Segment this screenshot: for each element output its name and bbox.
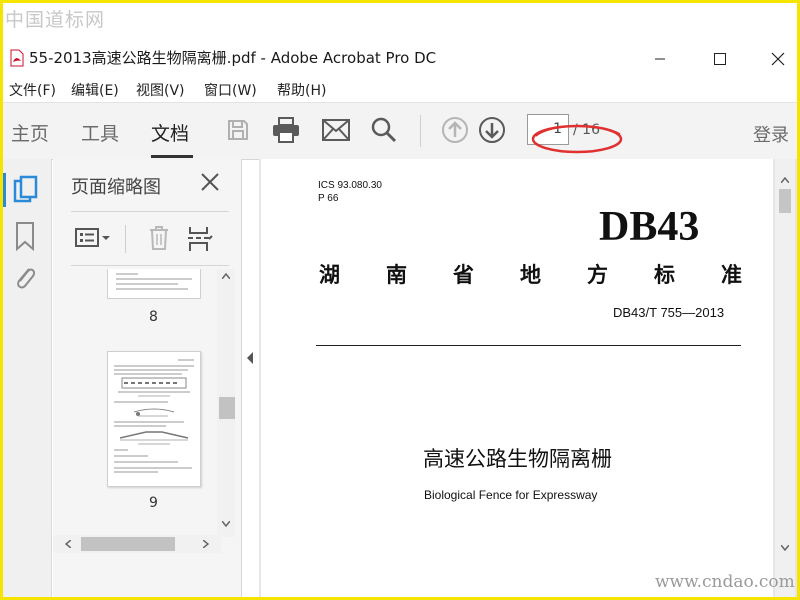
menu-edit[interactable]: 编辑(E): [71, 80, 119, 100]
panel-tools: [71, 219, 231, 259]
collapse-panel-icon[interactable]: [243, 343, 257, 373]
close-window-button[interactable]: [755, 39, 797, 79]
email-icon: [322, 119, 350, 141]
watermark-bottom: www.cndao.com: [655, 572, 795, 592]
menu-bar: 文件(F) 编辑(E) 视图(V) 窗口(W) 帮助(H): [3, 79, 797, 101]
standard-char: 地: [520, 263, 541, 287]
maximize-button[interactable]: [697, 39, 743, 79]
toolbar-divider: [420, 115, 421, 147]
highlight-circle: [531, 124, 623, 154]
watermark-top: 中国道标网: [5, 9, 106, 31]
header-rule: [316, 345, 741, 346]
document-title-en: Biological Fence for Expressway: [424, 488, 598, 502]
delete-icon[interactable]: [147, 225, 171, 251]
left-rail: [3, 159, 52, 597]
standard-char: 南: [386, 263, 407, 287]
email-button[interactable]: [321, 115, 351, 145]
attachment-icon[interactable]: [13, 263, 37, 293]
p-code: P 66: [318, 193, 339, 204]
standard-number: DB43/T 755—2013: [613, 305, 725, 320]
thumbnail-page-9[interactable]: [107, 351, 201, 487]
save-icon: [228, 120, 248, 140]
panel-scroll-thumb[interactable]: [219, 397, 235, 419]
print-button[interactable]: [271, 115, 301, 145]
thumbnail-content: [114, 359, 194, 473]
tools-divider: [125, 225, 126, 253]
standard-char: 准: [721, 263, 742, 287]
panel-divider: [71, 211, 229, 212]
next-page-button[interactable]: [477, 115, 507, 145]
thumbnail-text-lines: [116, 273, 192, 290]
menu-window[interactable]: 窗口(W): [204, 80, 257, 100]
panel-vertical-scrollbar[interactable]: [217, 269, 235, 537]
prev-page-button[interactable]: [440, 115, 470, 145]
tab-document[interactable]: 文档: [151, 119, 189, 146]
standard-char: 标: [654, 263, 675, 287]
minimize-button[interactable]: [637, 39, 683, 79]
document-title-cn: 高速公路生物隔离栅: [423, 447, 612, 471]
document-area: ICS 93.080.30 P 66 DB43 湖 南 省 地 方 标 准 DB…: [259, 159, 797, 597]
minimize-icon: [655, 58, 665, 60]
ics-code: ICS 93.080.30: [318, 180, 382, 191]
thumbnail-8-clip: [107, 269, 201, 299]
standard-code-big: DB43: [599, 204, 700, 250]
bookmark-icon[interactable]: [15, 221, 35, 251]
insert-pages-icon[interactable]: [187, 225, 213, 253]
next-page-icon: [479, 117, 505, 143]
search-icon: [371, 117, 397, 143]
search-button[interactable]: [369, 115, 399, 145]
window-title: 55-2013高速公路生物隔离栅.pdf - Adobe Acrobat Pro…: [29, 49, 437, 67]
panel-divider-2: [71, 265, 229, 266]
doc-scroll-up-icon[interactable]: [781, 177, 789, 183]
thumbnail-page-8[interactable]: [107, 269, 201, 299]
standard-char: 省: [453, 263, 474, 287]
standard-char: 湖: [319, 263, 340, 287]
print-icon: [273, 117, 299, 143]
login-button[interactable]: 登录: [753, 121, 789, 147]
panel-horizontal-scrollbar[interactable]: [53, 535, 221, 553]
panel-title: 页面缩略图: [71, 177, 161, 198]
menu-help[interactable]: 帮助(H): [277, 80, 326, 100]
thumbnail-options-icon[interactable]: [75, 227, 111, 249]
menu-view[interactable]: 视图(V): [136, 80, 185, 100]
document-scroll-thumb[interactable]: [779, 189, 791, 213]
thumbnail-label-8: 8: [149, 309, 158, 325]
close-panel-icon[interactable]: [199, 171, 221, 193]
scroll-right-icon[interactable]: [203, 540, 209, 548]
save-button[interactable]: [223, 115, 253, 145]
rail-active-indicator: [3, 173, 6, 207]
maximize-icon: [714, 53, 726, 65]
app-frame: 中国道标网 55-2013高速公路生物隔离栅.pdf - Adobe Acrob…: [0, 0, 800, 600]
doc-scroll-down-icon[interactable]: [781, 545, 789, 551]
scroll-down-icon[interactable]: [222, 521, 230, 527]
toolbar: 主页 工具 文档 1 / 16 登录: [3, 102, 797, 160]
tab-tools[interactable]: 工具: [81, 119, 119, 146]
page-thumbnails-icon[interactable]: [13, 175, 39, 205]
thumbnails-panel: 页面缩略图 8 9: [53, 159, 242, 597]
prev-page-icon: [442, 117, 468, 143]
thumbnail-label-9: 9: [149, 495, 158, 511]
title-bar: 55-2013高速公路生物隔离栅.pdf - Adobe Acrobat Pro…: [3, 39, 797, 79]
tab-home[interactable]: 主页: [11, 119, 49, 146]
active-tab-indicator: [151, 155, 193, 158]
pdf-file-icon: [10, 49, 24, 67]
panel-hscroll-thumb[interactable]: [81, 537, 175, 551]
close-icon: [771, 52, 785, 66]
document-vertical-scrollbar[interactable]: [775, 159, 795, 597]
menu-file[interactable]: 文件(F): [9, 80, 56, 100]
standard-char: 方: [587, 263, 608, 287]
scroll-left-icon[interactable]: [65, 540, 71, 548]
pdf-page: ICS 93.080.30 P 66 DB43 湖 南 省 地 方 标 准 DB…: [261, 159, 773, 597]
scroll-up-icon[interactable]: [222, 273, 230, 279]
